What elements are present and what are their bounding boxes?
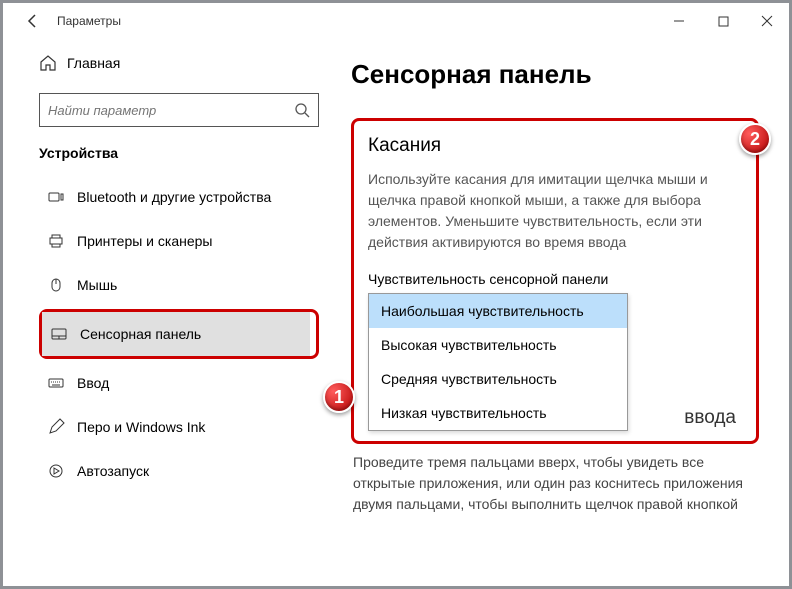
printer-icon [47, 232, 77, 250]
search-input[interactable] [39, 93, 319, 127]
annotation-highlight-2: Касания Используйте касания для имитации… [351, 118, 759, 444]
search-field[interactable] [48, 103, 294, 118]
sidebar-item-mouse[interactable]: Мышь [39, 263, 319, 307]
sidebar-item-label: Принтеры и сканеры [77, 233, 212, 249]
sidebar-item-touchpad[interactable]: Сенсорная панель [42, 312, 310, 356]
sidebar-item-autoplay[interactable]: Автозапуск [39, 449, 319, 493]
minimize-icon [673, 15, 685, 27]
back-button[interactable] [19, 7, 47, 35]
close-icon [761, 15, 773, 27]
sidebar-item-bluetooth[interactable]: Bluetooth и другие устройства [39, 175, 319, 219]
sidebar-nav: Bluetooth и другие устройства Принтеры и… [39, 175, 319, 493]
sidebar-item-label: Перо и Windows Ink [77, 419, 205, 435]
sidebar-item-label: Автозапуск [77, 463, 149, 479]
sidebar-item-label: Bluetooth и другие устройства [77, 189, 271, 205]
sidebar-item-typing[interactable]: Ввод [39, 361, 319, 405]
annotation-badge-1: 1 [323, 381, 355, 413]
content-area: Главная Устройства Bluetooth и другие ус… [3, 39, 789, 586]
dropdown-option[interactable]: Средняя чувствительность [369, 362, 627, 396]
settings-window: Параметры Главная Устройства [0, 0, 792, 589]
dropdown-option[interactable]: Наибольшая чувствительность [369, 294, 627, 328]
titlebar: Параметры [3, 3, 789, 39]
section-title-touches: Касания [368, 135, 742, 157]
autoplay-icon [47, 462, 77, 480]
keyboard-icon [47, 374, 77, 392]
sidebar-category: Устройства [39, 145, 319, 161]
minimize-button[interactable] [657, 3, 701, 39]
annotation-badge-2: 2 [739, 123, 771, 155]
sidebar-item-home[interactable]: Главная [39, 45, 319, 81]
section-description: Используйте касания для имитации щелчка … [368, 169, 742, 253]
mouse-icon [47, 276, 77, 294]
main-pane: Сенсорная панель Касания Используйте кас… [335, 39, 789, 586]
sidebar: Главная Устройства Bluetooth и другие ус… [3, 39, 335, 586]
window-title: Параметры [57, 14, 121, 28]
dropdown-option[interactable]: Низкая чувствительность [369, 396, 627, 430]
home-icon [39, 54, 67, 72]
sidebar-item-printers[interactable]: Принтеры и сканеры [39, 219, 319, 263]
sidebar-item-label: Ввод [77, 375, 109, 391]
arrow-left-icon [25, 13, 41, 29]
touchpad-icon [50, 325, 80, 343]
annotation-highlight-1: Сенсорная панель [39, 309, 319, 359]
maximize-icon [718, 16, 729, 27]
bluetooth-icon [47, 188, 77, 206]
search-icon [294, 102, 310, 118]
sidebar-item-label: Мышь [77, 277, 117, 293]
dropdown-label: Чувствительность сенсорной панели [368, 271, 742, 287]
sidebar-item-label: Сенсорная панель [80, 326, 201, 342]
close-button[interactable] [745, 3, 789, 39]
pen-icon [47, 418, 77, 436]
sidebar-item-pen[interactable]: Перо и Windows Ink [39, 405, 319, 449]
maximize-button[interactable] [701, 3, 745, 39]
page-title: Сенсорная панель [351, 59, 759, 90]
three-finger-description: Проведите тремя пальцами вверх, чтобы ув… [351, 452, 759, 515]
dropdown-option[interactable]: Высокая чувствительность [369, 328, 627, 362]
sidebar-home-label: Главная [67, 55, 120, 71]
obscured-heading-fragment: ввода [684, 407, 736, 429]
sensitivity-dropdown[interactable]: Наибольшая чувствительность Высокая чувс… [368, 293, 628, 431]
